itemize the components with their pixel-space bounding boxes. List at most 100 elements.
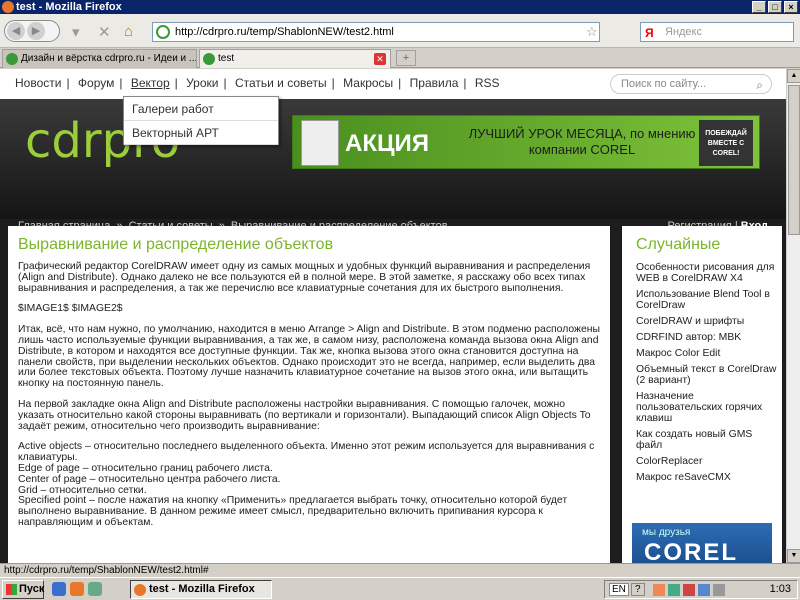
tab-close-icon[interactable]: ✕ [374,53,386,65]
search-icon[interactable]: ⌕ [756,76,763,94]
firefox-launch-icon[interactable] [70,582,84,596]
menu-item-vector-art[interactable]: Векторный АРТ [124,121,278,145]
menu-item-galleries[interactable]: Галереи работ [124,97,278,121]
ie-icon[interactable] [52,582,66,596]
window-titlebar: test - Mozilla Firefox _ □ × [0,0,800,14]
tray-icons [653,584,725,596]
url-text: http://cdrpro.ru/temp/ShablonNEW/test2.h… [175,26,394,38]
scroll-up-icon[interactable]: ▲ [787,69,800,83]
sidebar-random: Случайные Особенности рисования для WEB … [622,226,782,563]
tab-bar: Дизайн и вёрстка cdrpro.ru - Идеи и ... … [0,48,800,68]
banner-text: ЛУЧШИЙ УРОК МЕСЯЦА, по мнению компании C… [468,126,696,157]
yandex-logo-icon[interactable]: Я [645,24,654,42]
sidebar-title: Случайные [636,236,721,253]
sidebar-link[interactable]: Макрос Color Edit [636,348,778,359]
tray-media-icon[interactable] [653,584,665,596]
help-icon[interactable]: ? [631,583,645,596]
close-button[interactable]: × [784,1,798,13]
bookmark-star-icon[interactable]: ☆ [586,24,598,40]
back-forward-group: ◀ ▶ [4,20,60,42]
nav-macros[interactable]: Макросы [343,76,393,90]
vertical-scrollbar[interactable]: ▲ ▼ [786,69,800,563]
tab-label: Дизайн и вёрстка cdrpro.ru - Идеи и ... [21,53,197,64]
nav-news[interactable]: Новости [15,76,61,90]
windows-taskbar: Пуск test - Mozilla Firefox EN ? 1:03 [0,577,800,600]
sidebar-link[interactable]: Назначение пользовательских горячих клав… [636,391,778,424]
banner-badge: ПОБЕЖДАЙ ВМЕСТЕ С COREL! [699,120,753,166]
site-search-input[interactable]: Поиск по сайту... ⌕ [610,74,772,94]
article-paragraph: Графический редактор CorelDRAW имеет одн… [18,261,591,294]
tray-app-icon[interactable] [698,584,710,596]
sidebar-link[interactable]: Как создать новый GMS файл [636,429,778,451]
coreldraw-box-icon [301,120,339,166]
nav-lessons[interactable]: Уроки [186,76,218,90]
clock[interactable]: 1:03 [770,583,791,595]
tray-network-icon[interactable] [668,584,680,596]
tray-volume-icon[interactable] [713,584,725,596]
tab-favicon-icon [6,53,18,65]
start-button[interactable]: Пуск [2,580,44,599]
nav-vector[interactable]: Вектор [131,76,170,90]
site-header: cdrpro АКЦИЯ ЛУЧШИЙ УРОК МЕСЯЦА, по мнен… [0,99,786,232]
maximize-button[interactable]: □ [768,1,782,13]
search-placeholder: Яндекс [665,26,702,38]
sidebar-link[interactable]: CorelDRAW и шрифты [636,316,778,327]
language-indicator[interactable]: EN [609,583,629,596]
address-bar[interactable]: http://cdrpro.ru/temp/ShablonNEW/test2.h… [152,22,600,42]
article: Выравнивание и распределение объектов Гр… [8,226,610,563]
forward-icon[interactable]: ▶ [27,22,45,40]
sidebar-link[interactable]: Особенности рисования для WEB в CorelDRA… [636,262,778,284]
tab-label: test [218,53,235,64]
status-bar: http://cdrpro.ru/temp/ShablonNEW/test2.h… [0,563,800,577]
corel-ad-banner[interactable]: мы друзья COREL [632,523,772,563]
nav-rss[interactable]: RSS [475,76,500,90]
system-tray: EN ? 1:03 [604,580,798,599]
corel-ad-logo: COREL [644,539,738,563]
scroll-down-icon[interactable]: ▼ [787,549,800,563]
site-topnav: Новости | Форум | Вектор | Уроки | Статьи и … [0,69,786,99]
back-icon[interactable]: ◀ [7,22,25,40]
site-identity-icon[interactable] [156,25,170,39]
tab-test[interactable]: test ✕ [199,49,391,68]
window-title: test - Mozilla Firefox [16,1,122,13]
stop-icon[interactable]: ✕ [98,23,111,41]
banner-akcia: АКЦИЯ [345,130,430,157]
status-text: http://cdrpro.ru/temp/ShablonNEW/test2.h… [4,565,209,576]
promo-banner[interactable]: АКЦИЯ ЛУЧШИЙ УРОК МЕСЯЦА, по мнению комп… [292,115,760,169]
tab-favicon-icon [203,53,215,65]
tray-antivirus-icon[interactable] [683,584,695,596]
search-box[interactable]: Я Яндекс [640,22,794,42]
corel-ad-line1: мы друзья [642,527,691,538]
page-viewport: Новости | Форум | Вектор | Уроки | Статьи и … [0,69,786,563]
taskbar-firefox-button[interactable]: test - Mozilla Firefox [130,580,272,599]
show-desktop-icon[interactable] [88,582,102,596]
site-nav-links: Новости | Форум | Вектор | Уроки | Статьи и … [15,76,500,90]
navigation-toolbar: ◀ ▶ ▾ ✕ ⌂ http://cdrpro.ru/temp/ShablonN… [0,14,800,48]
minimize-button[interactable]: _ [752,1,766,13]
sidebar-link[interactable]: CDRFIND автор: MBK [636,332,778,343]
article-title: Выравнивание и распределение объектов [18,236,334,253]
windows-logo-icon [6,584,17,595]
article-paragraph: Итак, всё, что нам нужно, по умолчанию, … [18,324,600,390]
firefox-icon [2,1,14,13]
article-paragraph: $IMAGE1$ $IMAGE2$ [18,303,123,315]
article-body: Графический редактор CorelDRAW имеет одн… [18,261,603,539]
scroll-thumb[interactable] [788,85,800,235]
quick-launch [52,582,102,596]
sidebar-list: Особенности рисования для WEB в CorelDRA… [636,262,778,488]
nav-forum[interactable]: Форум [78,76,114,90]
home-icon[interactable]: ⌂ [124,23,133,40]
new-tab-button[interactable]: + [396,50,416,66]
sidebar-link[interactable]: ColorReplacer [636,456,778,467]
nav-articles[interactable]: Статьи и советы [235,76,327,90]
firefox-icon [134,584,146,596]
article-paragraph: На первой закладке окна Align and Distri… [18,398,591,432]
site-search-placeholder: Поиск по сайту... [621,78,707,90]
tab-design[interactable]: Дизайн и вёрстка cdrpro.ru - Идеи и ... [2,49,197,68]
sidebar-link[interactable]: Макрос reSaveCMX [636,472,778,483]
dropdown-history-icon[interactable]: ▾ [72,23,80,41]
sidebar-link[interactable]: Использование Blend Tool в CorelDraw [636,289,778,311]
nav-rules[interactable]: Правила [410,76,459,90]
taskbar-task-label: test - Mozilla Firefox [149,583,255,595]
sidebar-link[interactable]: Объемный текст в CorelDraw (2 вариант) [636,364,778,386]
